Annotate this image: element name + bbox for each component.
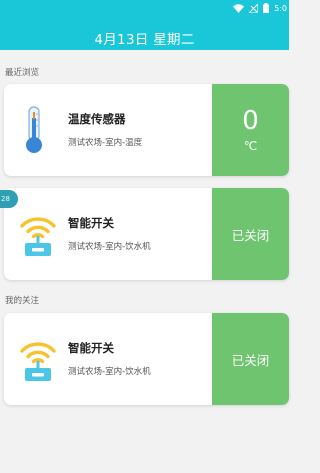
- wifi-status-icon: [233, 3, 245, 13]
- battery-icon: [263, 3, 270, 13]
- device-location: 测试农场-室内-饮水机: [68, 242, 151, 252]
- switch-toggle-panel[interactable]: 已关闭: [212, 188, 289, 280]
- no-signal-icon: [249, 3, 259, 13]
- device-card-switch[interactable]: 智能开关 测试农场-室内-饮水机 已关闭: [4, 188, 289, 280]
- section-recent-label: 最近浏览: [5, 68, 40, 78]
- status-time: 5:0: [274, 3, 287, 13]
- status-bar: 5:0: [233, 2, 287, 14]
- page-title: 4月13日 星期二: [94, 32, 195, 48]
- device-location: 测试农场-室内-饮水机: [68, 367, 151, 377]
- temperature-unit: ℃: [243, 139, 258, 153]
- wifi-switch-icon: [20, 342, 56, 381]
- app-header: 5:0 4月13日 星期二: [0, 0, 289, 50]
- device-name: 温度传感器: [68, 112, 126, 126]
- switch-status: 已关闭: [231, 352, 270, 368]
- device-card-temperature[interactable]: 温度传感器 测试农场-室内-温度 0 ℃: [4, 84, 289, 176]
- device-name: 智能开关: [68, 216, 114, 230]
- floating-side-badge[interactable]: 28: [0, 190, 18, 208]
- switch-status: 已关闭: [231, 227, 270, 243]
- temperature-value: 0: [242, 106, 259, 136]
- temperature-panel[interactable]: 0 ℃: [212, 84, 289, 176]
- device-name: 智能开关: [68, 341, 114, 355]
- device-location: 测试农场-室内-温度: [68, 138, 143, 148]
- thermometer-icon: [26, 106, 42, 153]
- wifi-switch-icon: [20, 217, 56, 256]
- device-card-switch-favorite[interactable]: 智能开关 测试农场-室内-饮水机 已关闭: [4, 313, 289, 405]
- section-favorites-label: 我的关注: [5, 296, 40, 306]
- switch-toggle-panel[interactable]: 已关闭: [212, 313, 289, 405]
